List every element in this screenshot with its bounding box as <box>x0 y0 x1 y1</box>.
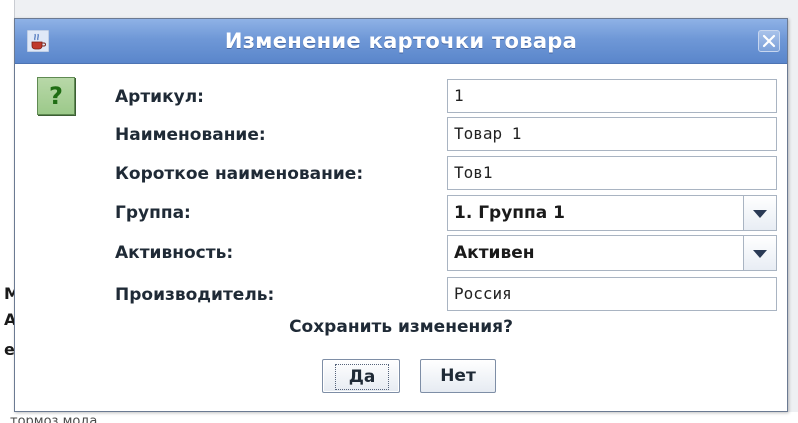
activity-label: Активность: <box>115 243 234 263</box>
chevron-down-icon <box>753 210 767 218</box>
activity-selected-value: Активен <box>454 243 535 263</box>
group-label: Группа: <box>115 203 191 223</box>
background-window-bottom: тормоз мода <box>0 412 798 423</box>
manufacturer-label: Производитель: <box>115 285 275 305</box>
dialog-titlebar[interactable]: Изменение карточки товара <box>15 19 787 64</box>
background-window-edge <box>0 0 15 423</box>
short-name-field[interactable]: Тов1 <box>447 156 777 190</box>
question-mark-glyph: ? <box>49 82 63 110</box>
activity-dropdown-button[interactable] <box>743 236 776 270</box>
manufacturer-field[interactable]: Россия <box>447 277 777 311</box>
manufacturer-value: Россия <box>454 284 512 303</box>
name-value: Товар 1 <box>454 124 522 143</box>
activity-select[interactable]: Активен <box>447 235 777 271</box>
close-icon <box>762 34 776 48</box>
close-button[interactable] <box>758 30 780 52</box>
chevron-down-icon <box>753 250 767 258</box>
name-field[interactable]: Товар 1 <box>447 117 777 151</box>
edit-product-dialog: Изменение карточки товара ? Артикул: 1 Н… <box>14 18 788 412</box>
background-bottom-text: тормоз мода <box>10 414 98 423</box>
group-dropdown-button[interactable] <box>743 196 776 230</box>
no-button[interactable]: Нет <box>420 359 496 393</box>
short-name-label: Короткое наименование: <box>115 164 364 184</box>
name-label: Наименование: <box>115 125 266 145</box>
group-selected-value: 1. Группа 1 <box>454 203 565 223</box>
yes-button-label: Да <box>335 364 389 390</box>
article-value: 1 <box>454 86 464 105</box>
article-field[interactable]: 1 <box>447 79 777 113</box>
yes-button[interactable]: Да <box>322 359 400 393</box>
question-mark-icon: ? <box>37 77 75 115</box>
confirmation-question: Сохранить изменения? <box>289 317 513 337</box>
short-name-value: Тов1 <box>454 163 493 182</box>
group-select[interactable]: 1. Группа 1 <box>447 195 777 231</box>
article-label: Артикул: <box>115 87 204 107</box>
dialog-title: Изменение карточки товара <box>224 29 578 53</box>
